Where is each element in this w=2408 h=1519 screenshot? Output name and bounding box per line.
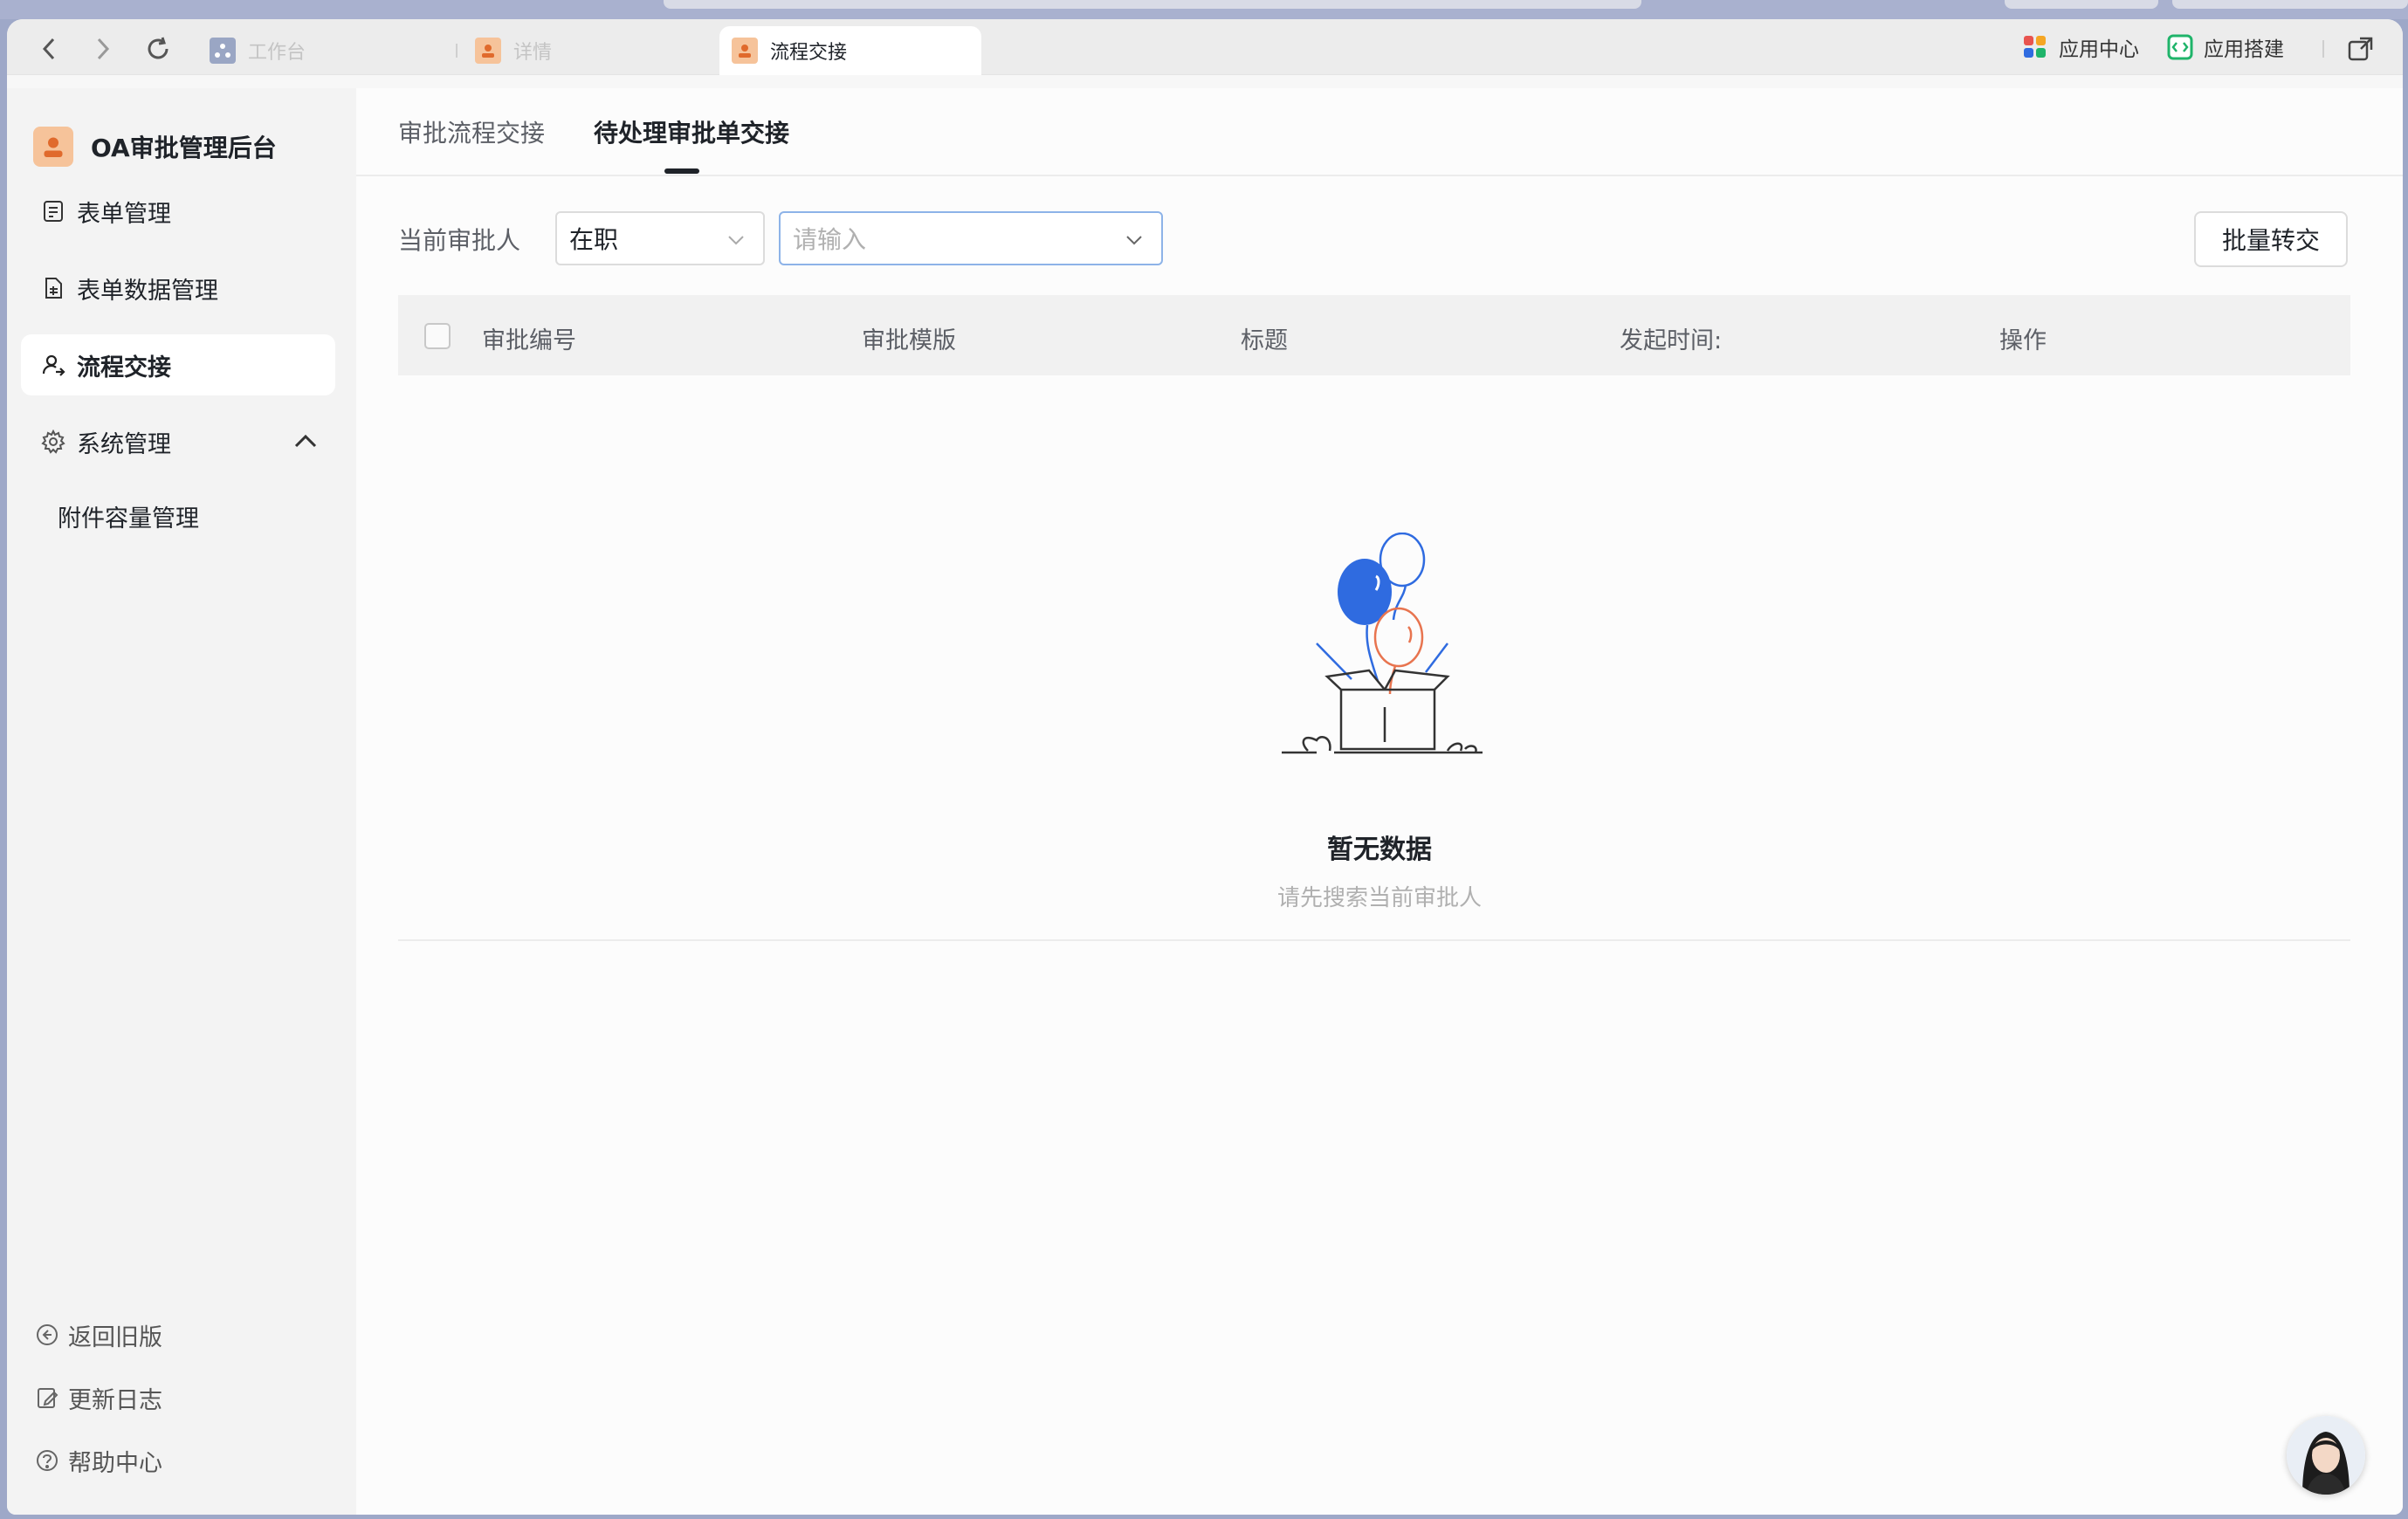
empty-state-title: 暂无数据 <box>1327 835 1432 865</box>
sidebar-item-form-management[interactable]: 表单管理 <box>21 181 335 242</box>
open-external-button[interactable] <box>2345 33 2377 65</box>
bottom-link-label: 返回旧版 <box>68 1323 162 1351</box>
back-button[interactable] <box>33 33 65 65</box>
column-header: 发起时间: <box>1620 327 1723 354</box>
assistant-avatar-icon <box>2287 1416 2365 1495</box>
sidebar-item-system-management[interactable]: 系统管理 <box>21 411 335 472</box>
column-header: 操作 <box>1999 327 2047 354</box>
batch-transfer-button[interactable]: 批量转交 <box>2194 211 2348 267</box>
brand: OA审批管理后台 <box>33 125 277 168</box>
table-header: 审批编号 审批模版 标题 发起时间: 操作 <box>398 295 2350 375</box>
gear-icon <box>40 429 66 455</box>
main-content: 审批流程交接 待处理审批单交接 当前审批人 在职 请输入 批量转交 审批编号 审… <box>356 88 2403 1515</box>
status-select[interactable]: 在职 <box>555 211 765 265</box>
tab-label: 详情 <box>513 42 553 64</box>
app-window: 工作台 详情 流程交接 应用中心 应用搭建 OA审批管理后台 表单管理 表单数据… <box>7 19 2403 1515</box>
tab-pending-approval-handover[interactable]: 待处理审批单交接 <box>594 114 789 149</box>
app-grid-icon <box>2024 36 2046 58</box>
user-transfer-icon <box>40 352 66 378</box>
sidebar-item-process-handover[interactable]: 流程交接 <box>21 334 335 395</box>
person-icon <box>475 38 501 64</box>
code-icon <box>2167 34 2193 60</box>
bottom-link-label: 更新日志 <box>68 1386 162 1414</box>
desktop-pill <box>664 0 1641 9</box>
tab-separator <box>2322 40 2324 58</box>
submenu-item-label: 附件容量管理 <box>58 505 199 533</box>
app-center-label: 应用中心 <box>2059 38 2139 61</box>
column-header: 审批模版 <box>862 327 956 354</box>
help-center-link[interactable]: 帮助中心 <box>35 1441 162 1480</box>
tab-label: 工作台 <box>248 42 306 64</box>
forward-button[interactable] <box>87 33 119 65</box>
current-approver-label: 当前审批人 <box>398 226 521 255</box>
bottom-link-label: 帮助中心 <box>68 1449 162 1477</box>
chevron-up-icon[interactable] <box>293 430 318 451</box>
status-select-value: 在职 <box>569 225 619 254</box>
changelog-link[interactable]: 更新日志 <box>35 1378 162 1417</box>
tab-details[interactable]: 详情 <box>463 26 716 75</box>
app-builder-label: 应用搭建 <box>2204 38 2284 61</box>
column-header: 标题 <box>1241 327 1288 354</box>
refresh-button[interactable] <box>142 33 174 65</box>
tab-process-handover[interactable]: 流程交接 <box>719 26 981 75</box>
approver-search-select[interactable]: 请输入 <box>779 211 1163 265</box>
desktop-top-bar <box>0 0 2408 19</box>
workspace-icon <box>210 38 236 64</box>
desktop-pill <box>2172 0 2408 9</box>
tab-approval-process-handover[interactable]: 审批流程交接 <box>398 114 545 149</box>
app-logo-icon <box>33 127 73 167</box>
refresh-icon <box>148 37 169 59</box>
column-header: 审批编号 <box>482 327 576 354</box>
empty-state-subtitle: 请先搜索当前审批人 <box>1276 885 1482 911</box>
tab-separator <box>456 44 458 58</box>
brand-title: OA审批管理后台 <box>91 134 277 162</box>
help-icon <box>37 1450 58 1471</box>
table-bottom-divider <box>398 939 2350 941</box>
sidebar-item-form-data[interactable]: 表单数据管理 <box>21 258 335 319</box>
sidebar-item-label: 系统管理 <box>77 430 171 458</box>
app-center-link[interactable]: 应用中心 <box>2022 31 2139 63</box>
approver-search-placeholder: 请输入 <box>793 225 867 254</box>
tab-workspace[interactable]: 工作台 <box>197 26 451 75</box>
empty-state: 暂无数据 请先搜索当前审批人 <box>356 375 2403 1013</box>
app-builder-link[interactable]: 应用搭建 <box>2167 31 2284 63</box>
select-all-checkbox[interactable] <box>424 323 451 349</box>
data-file-icon <box>40 275 66 301</box>
title-bar: 工作台 详情 流程交接 应用中心 应用搭建 <box>7 19 2403 75</box>
chevron-down-icon <box>728 236 744 245</box>
external-window-icon <box>2348 37 2373 61</box>
assistant-avatar[interactable] <box>2287 1416 2365 1495</box>
page-tabs: 审批流程交接 待处理审批单交接 <box>356 88 2403 176</box>
form-icon <box>40 198 66 224</box>
desktop-pill <box>2005 0 2158 9</box>
sidebar-item-label: 表单管理 <box>77 200 171 228</box>
return-old-version-link[interactable]: 返回旧版 <box>35 1316 162 1354</box>
empty-box-balloons-icon <box>1282 533 1483 754</box>
back-circle-icon <box>37 1324 58 1345</box>
person-icon <box>732 38 758 64</box>
sidebar-item-label: 表单数据管理 <box>77 277 218 305</box>
edit-log-icon <box>38 1388 58 1408</box>
tab-label: 流程交接 <box>770 42 848 64</box>
active-tab-indicator <box>664 168 699 174</box>
chevron-left-icon <box>42 38 55 60</box>
sidebar-item-label: 流程交接 <box>77 354 171 381</box>
chevron-down-icon <box>1126 236 1142 245</box>
submenu-item-attachment-capacity[interactable]: 附件容量管理 <box>58 490 199 542</box>
sidebar: OA审批管理后台 表单管理 表单数据管理 流程交接 系统管理 附件容量管理 返回… <box>7 88 356 1515</box>
chevron-right-icon <box>97 38 110 60</box>
